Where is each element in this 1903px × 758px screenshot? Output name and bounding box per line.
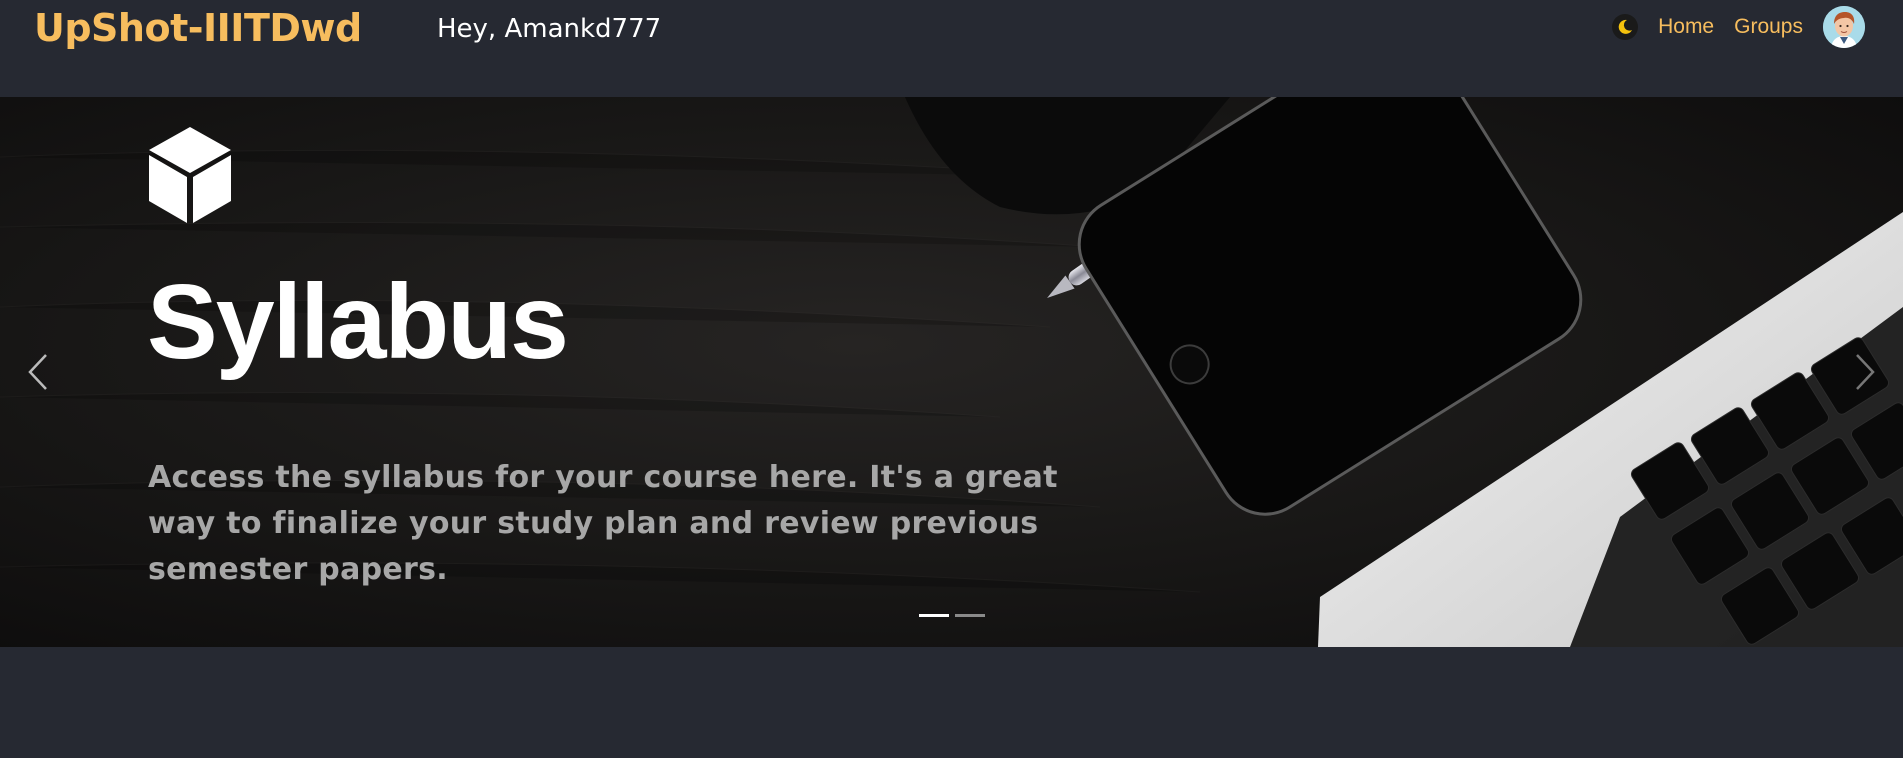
carousel-indicator-2[interactable]: [955, 614, 985, 617]
nav-link-groups[interactable]: Groups: [1734, 15, 1803, 39]
greeting-text: Hey, Amankd777: [437, 14, 662, 44]
slide-title: Syllabus: [147, 263, 569, 381]
user-avatar[interactable]: [1823, 6, 1865, 48]
brand-logo[interactable]: UpShot-IIITDwd: [34, 6, 362, 50]
avatar-icon: [1823, 6, 1865, 48]
moon-icon: [1618, 19, 1633, 34]
cube-icon: [149, 127, 231, 223]
nav-right: Home Groups: [1612, 6, 1865, 48]
navbar: UpShot-IIITDwd Hey, Amankd777 Home Group…: [0, 0, 1903, 97]
slide-description: Access the syllabus for your course here…: [148, 460, 1058, 587]
carousel-next-button[interactable]: [1835, 337, 1895, 407]
carousel-indicators: [919, 614, 985, 617]
hero-carousel: Syllabus Access the syllabus for your co…: [0, 97, 1903, 647]
theme-toggle-button[interactable]: [1612, 14, 1639, 40]
carousel-indicator-1[interactable]: [919, 614, 949, 617]
nav-link-home[interactable]: Home: [1658, 15, 1714, 39]
chevron-left-icon: [28, 354, 47, 390]
chevron-right-icon: [1856, 354, 1875, 390]
carousel-prev-button[interactable]: [8, 337, 68, 407]
